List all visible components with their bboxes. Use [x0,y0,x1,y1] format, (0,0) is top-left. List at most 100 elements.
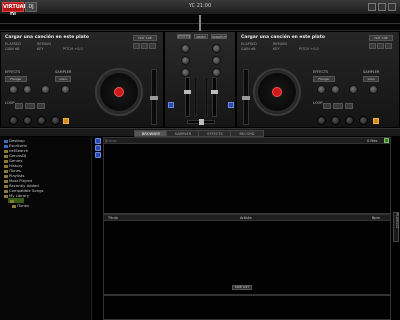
mixer-tab-video[interactable]: VIDEO [194,34,208,39]
waveform-right[interactable] [201,15,400,31]
deck-left-sampler-label: SAMPLER [55,70,72,74]
deck-right-keylock-icon[interactable] [373,118,379,124]
deck-right-pitch: PITCH +0.0 [299,47,319,51]
playlist-pane[interactable]: Título Artista Bpm [103,214,391,295]
deck-right-sampler-label: SAMPLER [363,70,380,74]
config-button[interactable] [368,3,376,11]
mixer-volume-left-fader[interactable] [184,77,191,117]
deck-left-loop-double[interactable] [37,103,45,109]
deck-right-hotcue-1[interactable] [369,43,376,49]
file-list[interactable]: 0 files [103,137,391,214]
deck-left-fx-knob-3[interactable] [41,85,50,94]
deck-right-pause-button[interactable] [331,116,340,125]
side-list-button[interactable]: SIDE LIST [232,285,252,290]
deck-left-sampler-knob[interactable] [61,85,70,94]
deck-right-sampler-knob[interactable] [369,85,378,94]
deck-right-fx-knob-1[interactable] [317,85,326,94]
mixer-panel: MIXER VIDEO SCRATCH [164,31,236,128]
dj-badge: DJ [25,2,37,12]
folder-tree[interactable]: Desktop Escritorio netSearch GeniusDJ Ge… [0,137,92,320]
deck-left-hotcue-3[interactable] [149,43,156,49]
search-input[interactable] [105,139,119,143]
mixer-pfl-right-button[interactable] [228,102,234,108]
deck-right: Cargar una canción en este plato ELAPSED… [236,31,400,128]
deck-left-fx-knob-2[interactable] [23,85,32,94]
mixer-pfl-left-button[interactable] [168,102,174,108]
deck-right-fx-knob-2[interactable] [331,85,340,94]
deck-right-title: Cargar una canción en este plato [241,35,325,40]
deck-right-pitch-slider[interactable] [242,69,250,125]
mixer-tab-mixer[interactable]: MIXER [177,34,191,39]
deck-right-jogwheel[interactable] [253,68,301,116]
deck-right-loop-label: LOOP [313,101,323,105]
search-bar: 0 files [104,138,390,144]
tree-item[interactable]: iTunes [12,203,29,208]
deck-left-sync-button[interactable] [51,116,60,125]
deck-right-sampler-select[interactable]: siren [363,76,379,82]
deck-left-gain: GAIN dB [5,47,20,51]
deck-right-loop-length[interactable] [333,103,343,109]
deck-left-hotcue-1[interactable] [133,43,140,49]
browser-playlist-icon[interactable] [95,152,101,158]
deck-left-loop-label: LOOP [5,101,15,105]
deck-right-effects-select[interactable]: Flanger [313,76,335,82]
browser-area: Desktop Escritorio netSearch GeniusDJ Ge… [0,137,400,320]
deck-left-keylock-icon[interactable] [63,118,69,124]
deck-right-sync-button[interactable] [359,116,368,125]
app-logo: VIRTUAL DJ [2,2,27,18]
tab-sampler[interactable]: SAMPLER [166,130,200,137]
column-title[interactable]: Título [108,215,118,221]
browser-search-icon[interactable] [95,138,101,144]
browser-favorite-icon[interactable] [95,145,101,151]
deck-left-fx-knob-1[interactable] [9,85,18,94]
tab-effects[interactable]: EFFECTS [198,130,232,137]
deck-left: Cargar una canción en este plato ELAPSED… [0,31,164,128]
mixer-low-right-knob[interactable] [212,68,221,77]
playlist-side-tab[interactable]: PLAYLIST [393,212,399,242]
side-list-pane[interactable] [103,295,391,320]
tab-browser[interactable]: BROWSER [134,130,168,137]
close-button[interactable] [388,3,396,11]
deck-left-effects-select[interactable]: Flanger [5,76,27,82]
title-bar: VIRTUAL DJ DJ YC 21:00 [0,0,400,18]
mixer-high-right-knob[interactable] [212,56,221,65]
deck-left-loop-length[interactable] [25,103,35,109]
deck-right-effects-label: EFFECTS [313,70,329,74]
mixer-vu-right [205,77,208,117]
deck-left-loop-half[interactable] [15,103,23,109]
mixer-low-left-knob[interactable] [181,68,190,77]
deck-left-hotcue-2[interactable] [141,43,148,49]
deck-right-play-button[interactable] [345,116,354,125]
mixer-crossfader[interactable] [187,119,215,125]
minimize-button[interactable] [378,3,386,11]
deck-left-jogwheel[interactable] [95,68,143,116]
waveform-left[interactable] [0,15,199,31]
deck-left-sampler-select[interactable]: siren [55,76,71,82]
deck-right-loop-half[interactable] [323,103,331,109]
mixer-volume-right-fader[interactable] [211,77,218,117]
deck-right-hotcue[interactable]: HOT CUE [369,35,393,41]
mixer-tab-scratch[interactable]: SCRATCH [211,34,227,39]
deck-left-effects-label: EFFECTS [5,70,21,74]
clock: YC 21:00 [188,3,212,9]
deck-left-pause-button[interactable] [23,116,32,125]
deck-left-title: Cargar una canción en este plato [5,35,89,40]
deck-left-play-button[interactable] [37,116,46,125]
column-artist[interactable]: Artista [240,215,252,221]
deck-right-cue-button[interactable] [317,116,326,125]
deck-right-jog-center [272,87,282,97]
mixer-gain-right-knob[interactable] [212,44,221,53]
deck-left-pitch: PITCH +0.0 [63,47,83,51]
deck-right-loop-double[interactable] [345,103,353,109]
deck-left-cue-button[interactable] [9,116,18,125]
deck-right-fx-knob-3[interactable] [349,85,358,94]
mixer-gain-left-knob[interactable] [181,44,190,53]
mixer-high-left-knob[interactable] [181,56,190,65]
deck-left-pitch-slider[interactable] [150,69,158,125]
column-bpm[interactable]: Bpm [372,215,380,221]
tab-record[interactable]: RECORD [230,130,264,137]
deck-left-hotcue[interactable]: HOT CUE [133,35,157,41]
add-folder-icon[interactable] [384,138,389,143]
deck-right-hotcue-2[interactable] [377,43,384,49]
deck-right-hotcue-3[interactable] [385,43,392,49]
